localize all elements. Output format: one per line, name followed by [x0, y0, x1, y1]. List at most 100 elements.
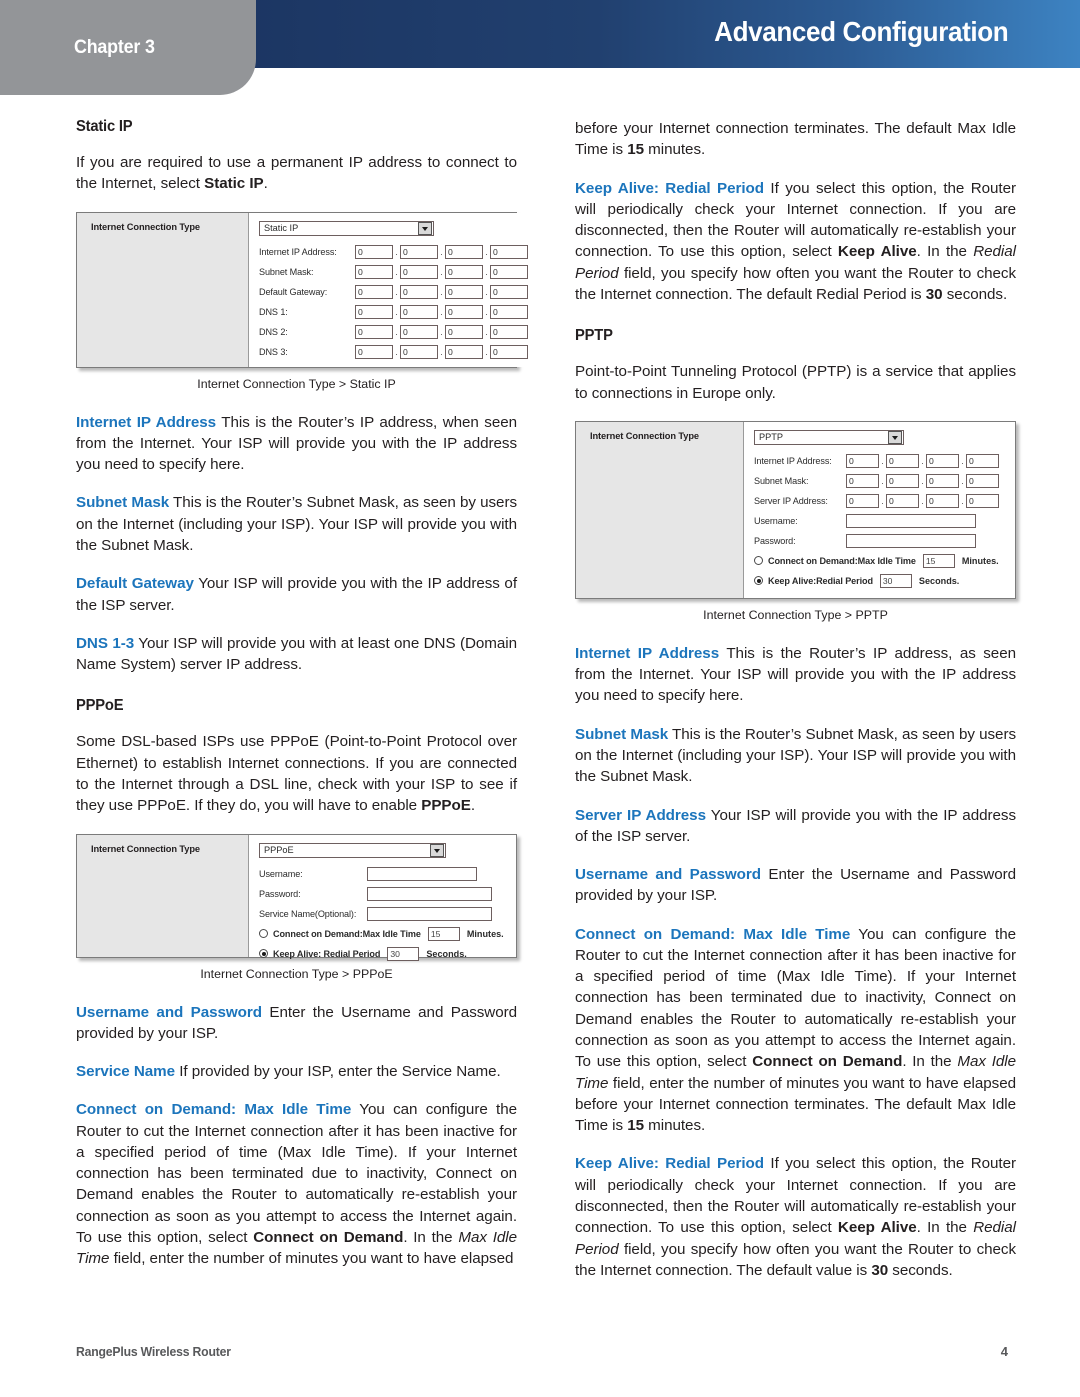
figure-pptp-caption: Internet Connection Type > PPTP [703, 607, 888, 622]
octet-input[interactable]: 0 [846, 453, 879, 468]
term-default-gateway: Default Gateway [76, 575, 194, 593]
chevron-down-icon[interactable] [888, 430, 902, 444]
max-idle-time-unit: Minutes. [961, 555, 999, 566]
octet-input[interactable]: 0 [445, 244, 483, 259]
form-row: Internet IP Address: 0. 0. 0. 0 [259, 244, 528, 259]
octet-input[interactable]: 0 [445, 264, 483, 279]
paragraph-bold: 15 [627, 1117, 644, 1135]
octet-separator: . [395, 326, 398, 337]
octet-input[interactable]: 0 [355, 324, 393, 339]
octet-input[interactable]: 0 [490, 264, 528, 279]
paragraph-bold: Connect on Demand [253, 1229, 404, 1247]
octet-input[interactable]: 0 [846, 493, 879, 508]
paragraph-text: You can configure the Router to cut the … [575, 925, 1016, 1071]
octet-separator: . [881, 455, 884, 466]
octet-input[interactable]: 0 [846, 473, 879, 488]
form-row-keep-alive: Keep Alive: Redial Period 30 Seconds. [259, 946, 508, 961]
pppoe-intro-bold: PPPoE [421, 797, 471, 815]
octet-input[interactable]: 0 [445, 344, 483, 359]
octet-input[interactable]: 0 [926, 453, 959, 468]
octet-input[interactable]: 0 [445, 324, 483, 339]
form-row: Username: [754, 513, 1007, 528]
service-name-input[interactable] [367, 906, 492, 921]
field-label: Username: [259, 868, 303, 879]
paragraph-bold: 30 [871, 1261, 889, 1279]
radio-connect-on-demand[interactable] [259, 929, 268, 938]
octet-input[interactable]: 0 [886, 453, 919, 468]
internet-connection-type-select[interactable]: PPTP [754, 429, 904, 445]
octet-input[interactable]: 0 [400, 324, 438, 339]
form-row: Subnet Mask: 0. 0. 0. 0 [754, 473, 1007, 488]
octet-input[interactable]: 0 [445, 284, 483, 299]
field-label: DNS 3: [259, 346, 288, 357]
radio-keep-alive[interactable] [259, 949, 268, 958]
radio-keep-alive[interactable] [754, 576, 763, 586]
figure-static-ip-panel-title: Internet Connection Type [91, 221, 200, 232]
octet-input[interactable]: 0 [355, 344, 393, 359]
form-row: Subnet Mask: 0. 0. 0. 0 [259, 264, 528, 279]
username-input[interactable] [846, 513, 976, 528]
octet-input[interactable]: 0 [490, 344, 528, 359]
octet-input[interactable]: 0 [445, 304, 483, 319]
octet-input[interactable]: 0 [400, 244, 438, 259]
octet-separator: . [440, 346, 443, 357]
octet-separator: . [881, 475, 884, 486]
pppoe-intro-post: . [470, 797, 475, 815]
octet-input[interactable]: 0 [490, 244, 528, 259]
password-input[interactable] [367, 886, 492, 901]
octet-input[interactable]: 0 [400, 304, 438, 319]
chevron-down-icon[interactable] [430, 843, 444, 857]
octet-input[interactable]: 0 [490, 304, 528, 319]
internet-connection-type-value: PPTP [759, 432, 783, 443]
max-idle-time-input[interactable]: 15 [922, 553, 955, 568]
paragraph-text: . In the [403, 1229, 459, 1247]
term-username-password: Username and Password [76, 1003, 262, 1021]
octet-separator: . [485, 286, 488, 297]
max-idle-time-input[interactable]: 15 [427, 926, 460, 941]
octet-input[interactable]: 0 [355, 304, 393, 319]
octet-input[interactable]: 0 [400, 264, 438, 279]
octet-input[interactable]: 0 [490, 324, 528, 339]
octet-input[interactable]: 0 [355, 244, 393, 259]
octet-separator: . [485, 306, 488, 317]
keep-alive-label: Keep Alive: Redial Period [273, 948, 381, 959]
octet-input[interactable]: 0 [926, 473, 959, 488]
field-label: Password: [754, 535, 796, 546]
octet-input[interactable]: 0 [400, 344, 438, 359]
figure-pppoe-caption: Internet Connection Type > PPPoE [200, 966, 393, 981]
chevron-down-icon[interactable] [418, 221, 432, 235]
redial-period-input[interactable]: 30 [879, 573, 912, 588]
octet-input[interactable]: 0 [926, 493, 959, 508]
octet-input[interactable]: 0 [966, 473, 999, 488]
form-row-connect-on-demand: Connect on Demand:Max Idle Time 15 Minut… [259, 926, 508, 941]
radio-connect-on-demand[interactable] [754, 556, 763, 566]
form-row: Username: [259, 866, 508, 881]
octet-separator: . [395, 306, 398, 317]
redial-period-input[interactable]: 30 [387, 946, 420, 961]
paragraph-text: seconds. [942, 285, 1008, 303]
internet-connection-type-select[interactable]: Static IP [259, 220, 434, 236]
password-input[interactable] [846, 533, 976, 548]
octet-input[interactable]: 0 [355, 284, 393, 299]
octet-input[interactable]: 0 [400, 284, 438, 299]
octet-input[interactable]: 0 [886, 493, 919, 508]
paragraph-keep-alive: Keep Alive: Redial Period If you select … [575, 178, 1016, 306]
figure-static-ip-label-panel: Internet Connection Type [77, 212, 249, 367]
paragraph-text: If provided by your ISP, enter the Servi… [175, 1063, 501, 1081]
octet-input[interactable]: 0 [966, 493, 999, 508]
paragraph-connect-on-demand: Connect on Demand: Max Idle Time You can… [575, 924, 1016, 1137]
octet-input[interactable]: 0 [355, 264, 393, 279]
paragraph-server-ip-address: Server IP Address Your ISP will provide … [575, 805, 1016, 848]
max-idle-time-unit: Minutes. [466, 928, 504, 939]
octet-input[interactable]: 0 [886, 473, 919, 488]
term-dns: DNS 1-3 [76, 634, 135, 652]
footer-product-name: RangePlus Wireless Router [76, 1344, 231, 1359]
octet-separator: . [485, 246, 488, 257]
username-input[interactable] [367, 866, 477, 881]
octet-input[interactable]: 0 [490, 284, 528, 299]
form-row: Password: [259, 886, 508, 901]
paragraph-text: minutes. [644, 1117, 706, 1135]
octet-input[interactable]: 0 [966, 453, 999, 468]
paragraph-dns: DNS 1-3 Your ISP will provide you with a… [76, 633, 517, 676]
internet-connection-type-select[interactable]: PPPoE [259, 842, 446, 858]
